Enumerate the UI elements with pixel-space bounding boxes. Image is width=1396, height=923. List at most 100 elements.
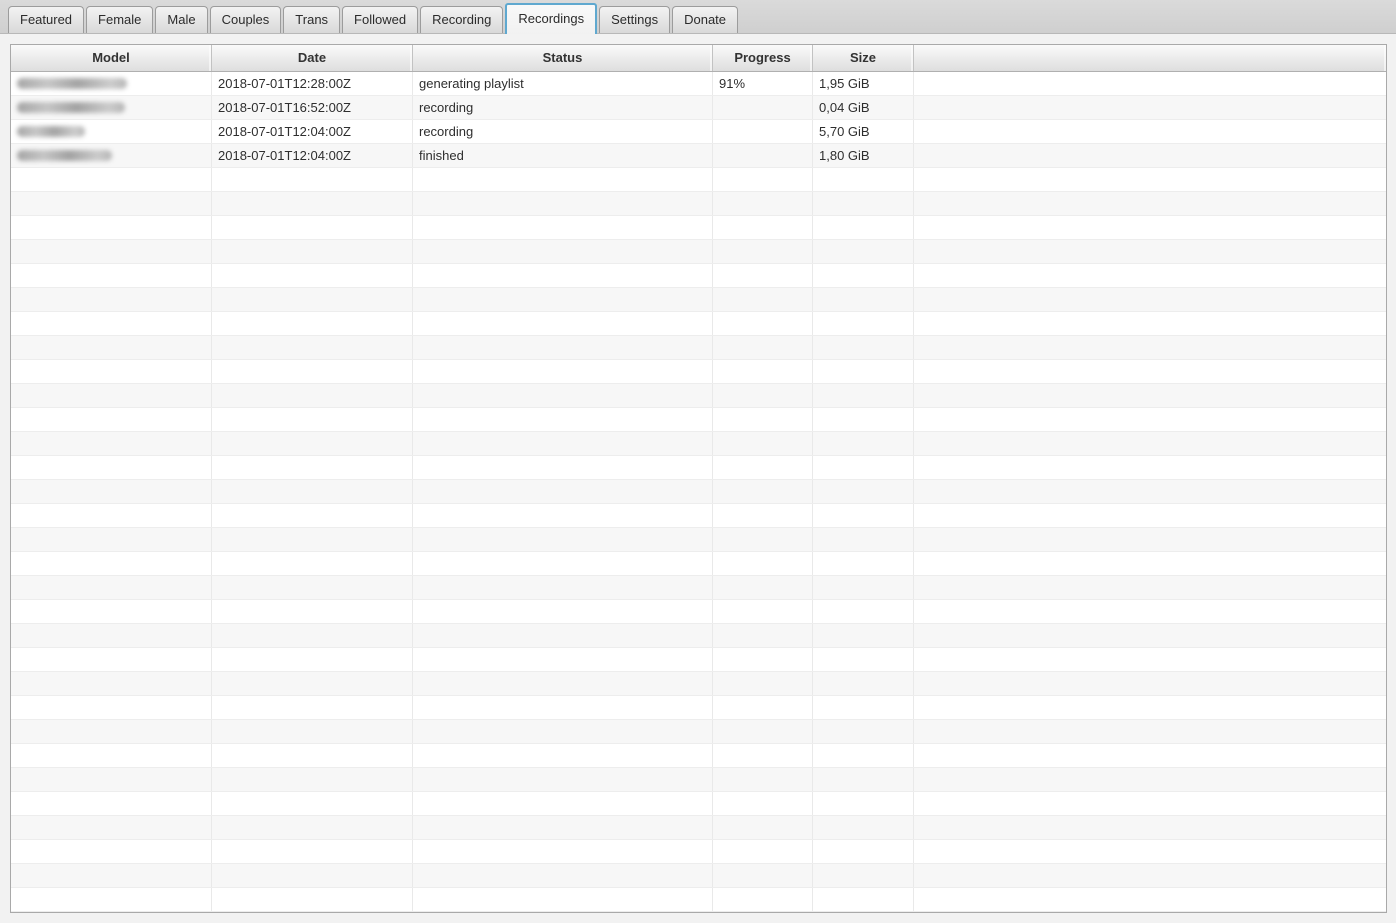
empty-cell	[11, 648, 212, 671]
empty-cell	[813, 768, 914, 791]
empty-cell	[914, 696, 1386, 719]
empty-cell	[11, 216, 212, 239]
empty-cell	[813, 552, 914, 575]
empty-cell	[914, 840, 1386, 863]
date-cell: 2018-07-01T12:28:00Z	[212, 72, 413, 95]
empty-cell	[713, 456, 813, 479]
empty-cell	[212, 552, 413, 575]
progress-cell: 91%	[713, 72, 813, 95]
empty-cell	[713, 792, 813, 815]
empty-cell	[713, 312, 813, 335]
tab-trans[interactable]: Trans	[283, 6, 341, 33]
empty-cell	[11, 888, 212, 911]
tab-male[interactable]: Male	[155, 6, 208, 33]
empty-cell	[413, 216, 713, 239]
empty-cell	[413, 168, 713, 191]
table-row[interactable]: 2018-07-01T12:28:00Z generating playlist…	[11, 72, 1386, 96]
empty-row	[11, 264, 1386, 288]
empty-cell	[813, 312, 914, 335]
empty-cell	[413, 768, 713, 791]
filler-cell	[914, 72, 1386, 95]
empty-cell	[813, 816, 914, 839]
empty-cell	[713, 816, 813, 839]
table-row[interactable]: 2018-07-01T16:52:00Z recording 0,04 GiB	[11, 96, 1386, 120]
empty-cell	[813, 624, 914, 647]
empty-cell	[713, 696, 813, 719]
tab-donate[interactable]: Donate	[672, 6, 739, 33]
tab-settings[interactable]: Settings	[599, 6, 671, 33]
empty-row	[11, 624, 1386, 648]
empty-cell	[11, 456, 212, 479]
column-header-progress[interactable]: Progress	[713, 45, 813, 71]
tab-female[interactable]: Female	[86, 6, 154, 33]
empty-row	[11, 288, 1386, 312]
tab-couples[interactable]: Couples	[209, 6, 282, 33]
empty-cell	[212, 528, 413, 551]
empty-cell	[713, 552, 813, 575]
status-cell: finished	[413, 144, 713, 167]
empty-cell	[813, 480, 914, 503]
status-cell: recording	[413, 96, 713, 119]
empty-cell	[914, 768, 1386, 791]
empty-cell	[813, 888, 914, 911]
empty-cell	[713, 864, 813, 887]
empty-cell	[914, 816, 1386, 839]
empty-cell	[212, 864, 413, 887]
empty-cell	[11, 696, 212, 719]
empty-cell	[914, 672, 1386, 695]
column-header-model[interactable]: Model	[11, 45, 212, 71]
empty-cell	[212, 816, 413, 839]
empty-cell	[813, 336, 914, 359]
column-header-date[interactable]: Date	[212, 45, 413, 71]
empty-cell	[713, 360, 813, 383]
empty-cell	[413, 672, 713, 695]
empty-cell	[212, 768, 413, 791]
empty-cell	[713, 264, 813, 287]
empty-cell	[713, 192, 813, 215]
empty-cell	[11, 312, 212, 335]
column-header-size[interactable]: Size	[813, 45, 914, 71]
empty-cell	[413, 408, 713, 431]
empty-cell	[11, 384, 212, 407]
empty-cell	[413, 552, 713, 575]
empty-cell	[413, 816, 713, 839]
tab-bar: Featured Female Male Couples Trans Follo…	[0, 0, 1396, 34]
empty-cell	[914, 168, 1386, 191]
empty-cell	[212, 480, 413, 503]
tab-recordings[interactable]: Recordings	[505, 3, 598, 34]
column-header-status[interactable]: Status	[413, 45, 713, 71]
empty-row	[11, 840, 1386, 864]
empty-cell	[813, 192, 914, 215]
tab-featured[interactable]: Featured	[8, 6, 85, 33]
empty-cell	[813, 240, 914, 263]
tab-recording[interactable]: Recording	[420, 6, 504, 33]
table-row[interactable]: 2018-07-01T12:04:00Z recording 5,70 GiB	[11, 120, 1386, 144]
recordings-table: Model Date Status Progress Size 2018-07-…	[10, 44, 1387, 913]
empty-row	[11, 216, 1386, 240]
redacted-model-name	[17, 126, 85, 137]
empty-cell	[413, 648, 713, 671]
date-cell: 2018-07-01T16:52:00Z	[212, 96, 413, 119]
empty-cell	[212, 576, 413, 599]
empty-row	[11, 648, 1386, 672]
empty-cell	[413, 480, 713, 503]
empty-cell	[713, 528, 813, 551]
empty-cell	[212, 168, 413, 191]
empty-cell	[914, 888, 1386, 911]
empty-cell	[413, 360, 713, 383]
empty-cell	[914, 384, 1386, 407]
empty-cell	[413, 192, 713, 215]
empty-cell	[713, 672, 813, 695]
empty-cell	[212, 192, 413, 215]
redacted-model-name	[17, 78, 127, 89]
empty-cell	[413, 288, 713, 311]
empty-cell	[11, 768, 212, 791]
empty-cell	[212, 744, 413, 767]
empty-cell	[11, 600, 212, 623]
empty-cell	[914, 336, 1386, 359]
table-row[interactable]: 2018-07-01T12:04:00Z finished 1,80 GiB	[11, 144, 1386, 168]
empty-cell	[914, 720, 1386, 743]
tab-followed[interactable]: Followed	[342, 6, 419, 33]
empty-row	[11, 168, 1386, 192]
empty-cell	[413, 744, 713, 767]
